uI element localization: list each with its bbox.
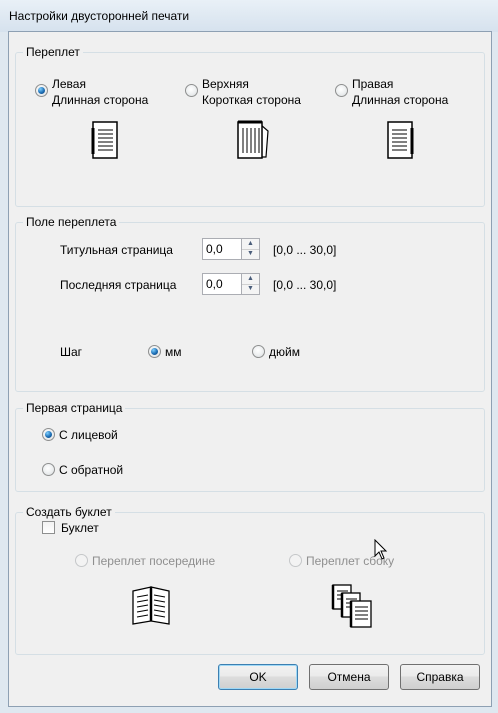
last-page-label: Последняя страница <box>60 278 177 292</box>
title-bar: Настройки двусторонней печати <box>0 0 498 32</box>
binding-top-label-2: Короткая сторона <box>202 93 301 107</box>
booklet-center-binding-icon <box>132 586 170 625</box>
binding-right-label-2: Длинная сторона <box>352 93 449 107</box>
binding-left-label-1: Левая <box>52 77 86 91</box>
title-page-down-arrow-icon[interactable]: ▼ <box>242 249 259 259</box>
ok-button[interactable]: OK <box>218 664 298 690</box>
window-title: Настройки двусторонней печати <box>9 9 190 23</box>
landscape-page-top-binding-icon <box>237 120 269 159</box>
last-page-spin-buttons: ▲ ▼ <box>242 273 260 295</box>
booklet-center-radio[interactable] <box>75 554 88 567</box>
binding-left-label-2: Длинная сторона <box>52 93 149 107</box>
binding-top-radio[interactable] <box>185 84 198 97</box>
binding-left-radio[interactable] <box>35 84 48 97</box>
binding-margin-group: Поле переплета Титульная страница ▲ ▼ [0… <box>15 215 485 392</box>
first-page-back-label: С обратной <box>59 463 124 477</box>
binding-group: Переплет Левая Длинная сторона Верхняя К… <box>15 45 485 207</box>
title-page-label: Титульная страница <box>60 243 173 257</box>
first-page-front-radio[interactable] <box>42 428 55 441</box>
binding-margin-legend: Поле переплета <box>23 215 120 229</box>
first-page-back-radio[interactable] <box>42 463 55 476</box>
title-page-input[interactable] <box>202 238 242 260</box>
booklet-side-binding-icon <box>331 584 372 628</box>
step-label: Шаг <box>60 345 83 359</box>
title-page-spin-buttons: ▲ ▼ <box>242 238 260 260</box>
binding-legend: Переплет <box>23 45 83 59</box>
last-page-input[interactable] <box>202 273 242 295</box>
unit-inch-radio[interactable] <box>252 345 265 358</box>
cancel-button[interactable]: Отмена <box>309 664 389 690</box>
booklet-side-radio[interactable] <box>289 554 302 567</box>
last-page-spinner: ▲ ▼ <box>202 273 262 295</box>
first-page-legend: Первая страница <box>23 401 126 415</box>
help-button[interactable]: Справка <box>400 664 480 690</box>
first-page-group: Первая страница С лицевой С обратной <box>15 401 485 492</box>
booklet-checkbox-label: Буклет <box>61 521 99 535</box>
dialog-body: Переплет Левая Длинная сторона Верхняя К… <box>8 31 492 707</box>
booklet-center-label: Переплет посередине <box>92 554 216 568</box>
title-page-spinner: ▲ ▼ <box>202 238 262 260</box>
title-page-range: [0,0 ... 30,0] <box>273 243 337 257</box>
unit-inch-label: дюйм <box>269 345 300 359</box>
portrait-page-right-binding-icon <box>387 121 414 159</box>
portrait-page-left-binding-icon <box>91 121 118 159</box>
binding-right-radio[interactable] <box>335 84 348 97</box>
last-page-range: [0,0 ... 30,0] <box>273 278 337 292</box>
first-page-front-label: С лицевой <box>59 428 118 442</box>
unit-mm-label: мм <box>165 345 182 359</box>
last-page-down-arrow-icon[interactable]: ▼ <box>242 284 259 294</box>
binding-top-label-1: Верхняя <box>202 77 249 91</box>
mouse-cursor-icon <box>374 539 388 560</box>
binding-right-label-1: Правая <box>352 77 394 91</box>
booklet-legend: Создать буклет <box>23 505 115 519</box>
booklet-checkbox[interactable] <box>42 521 55 534</box>
unit-mm-radio[interactable] <box>148 345 161 358</box>
booklet-group: Создать буклет Буклет Переплет посередин… <box>15 505 485 655</box>
